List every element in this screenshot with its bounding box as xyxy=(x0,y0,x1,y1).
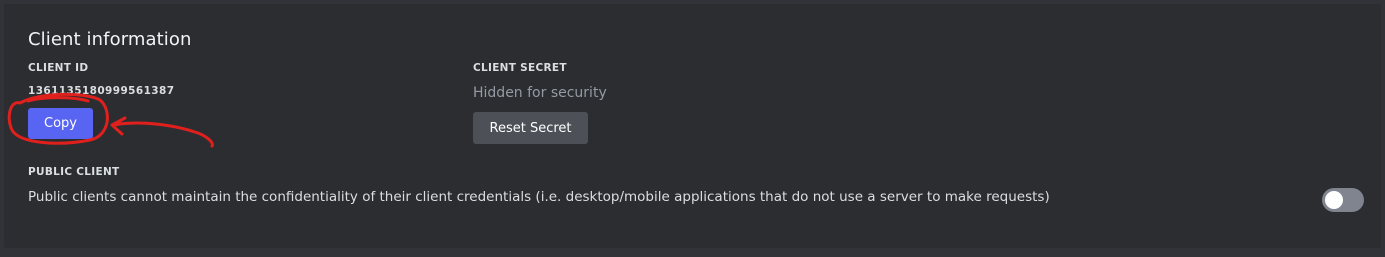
copy-button[interactable]: Copy xyxy=(28,108,93,139)
client-secret-label: CLIENT SECRET xyxy=(473,62,567,74)
client-secret-value: Hidden for security xyxy=(473,85,607,101)
toggle-knob xyxy=(1325,191,1343,209)
public-client-description: Public clients cannot maintain the confi… xyxy=(28,189,1050,205)
section-title: Client information xyxy=(28,29,192,50)
reset-secret-button[interactable]: Reset Secret xyxy=(473,112,588,144)
client-id-label: CLIENT ID xyxy=(28,62,89,74)
client-id-value: 1361135180999561387 xyxy=(28,85,175,97)
client-information-card: Client information CLIENT ID 13611351809… xyxy=(4,4,1381,248)
public-client-toggle[interactable] xyxy=(1322,188,1364,212)
public-client-label: PUBLIC CLIENT xyxy=(28,166,120,178)
